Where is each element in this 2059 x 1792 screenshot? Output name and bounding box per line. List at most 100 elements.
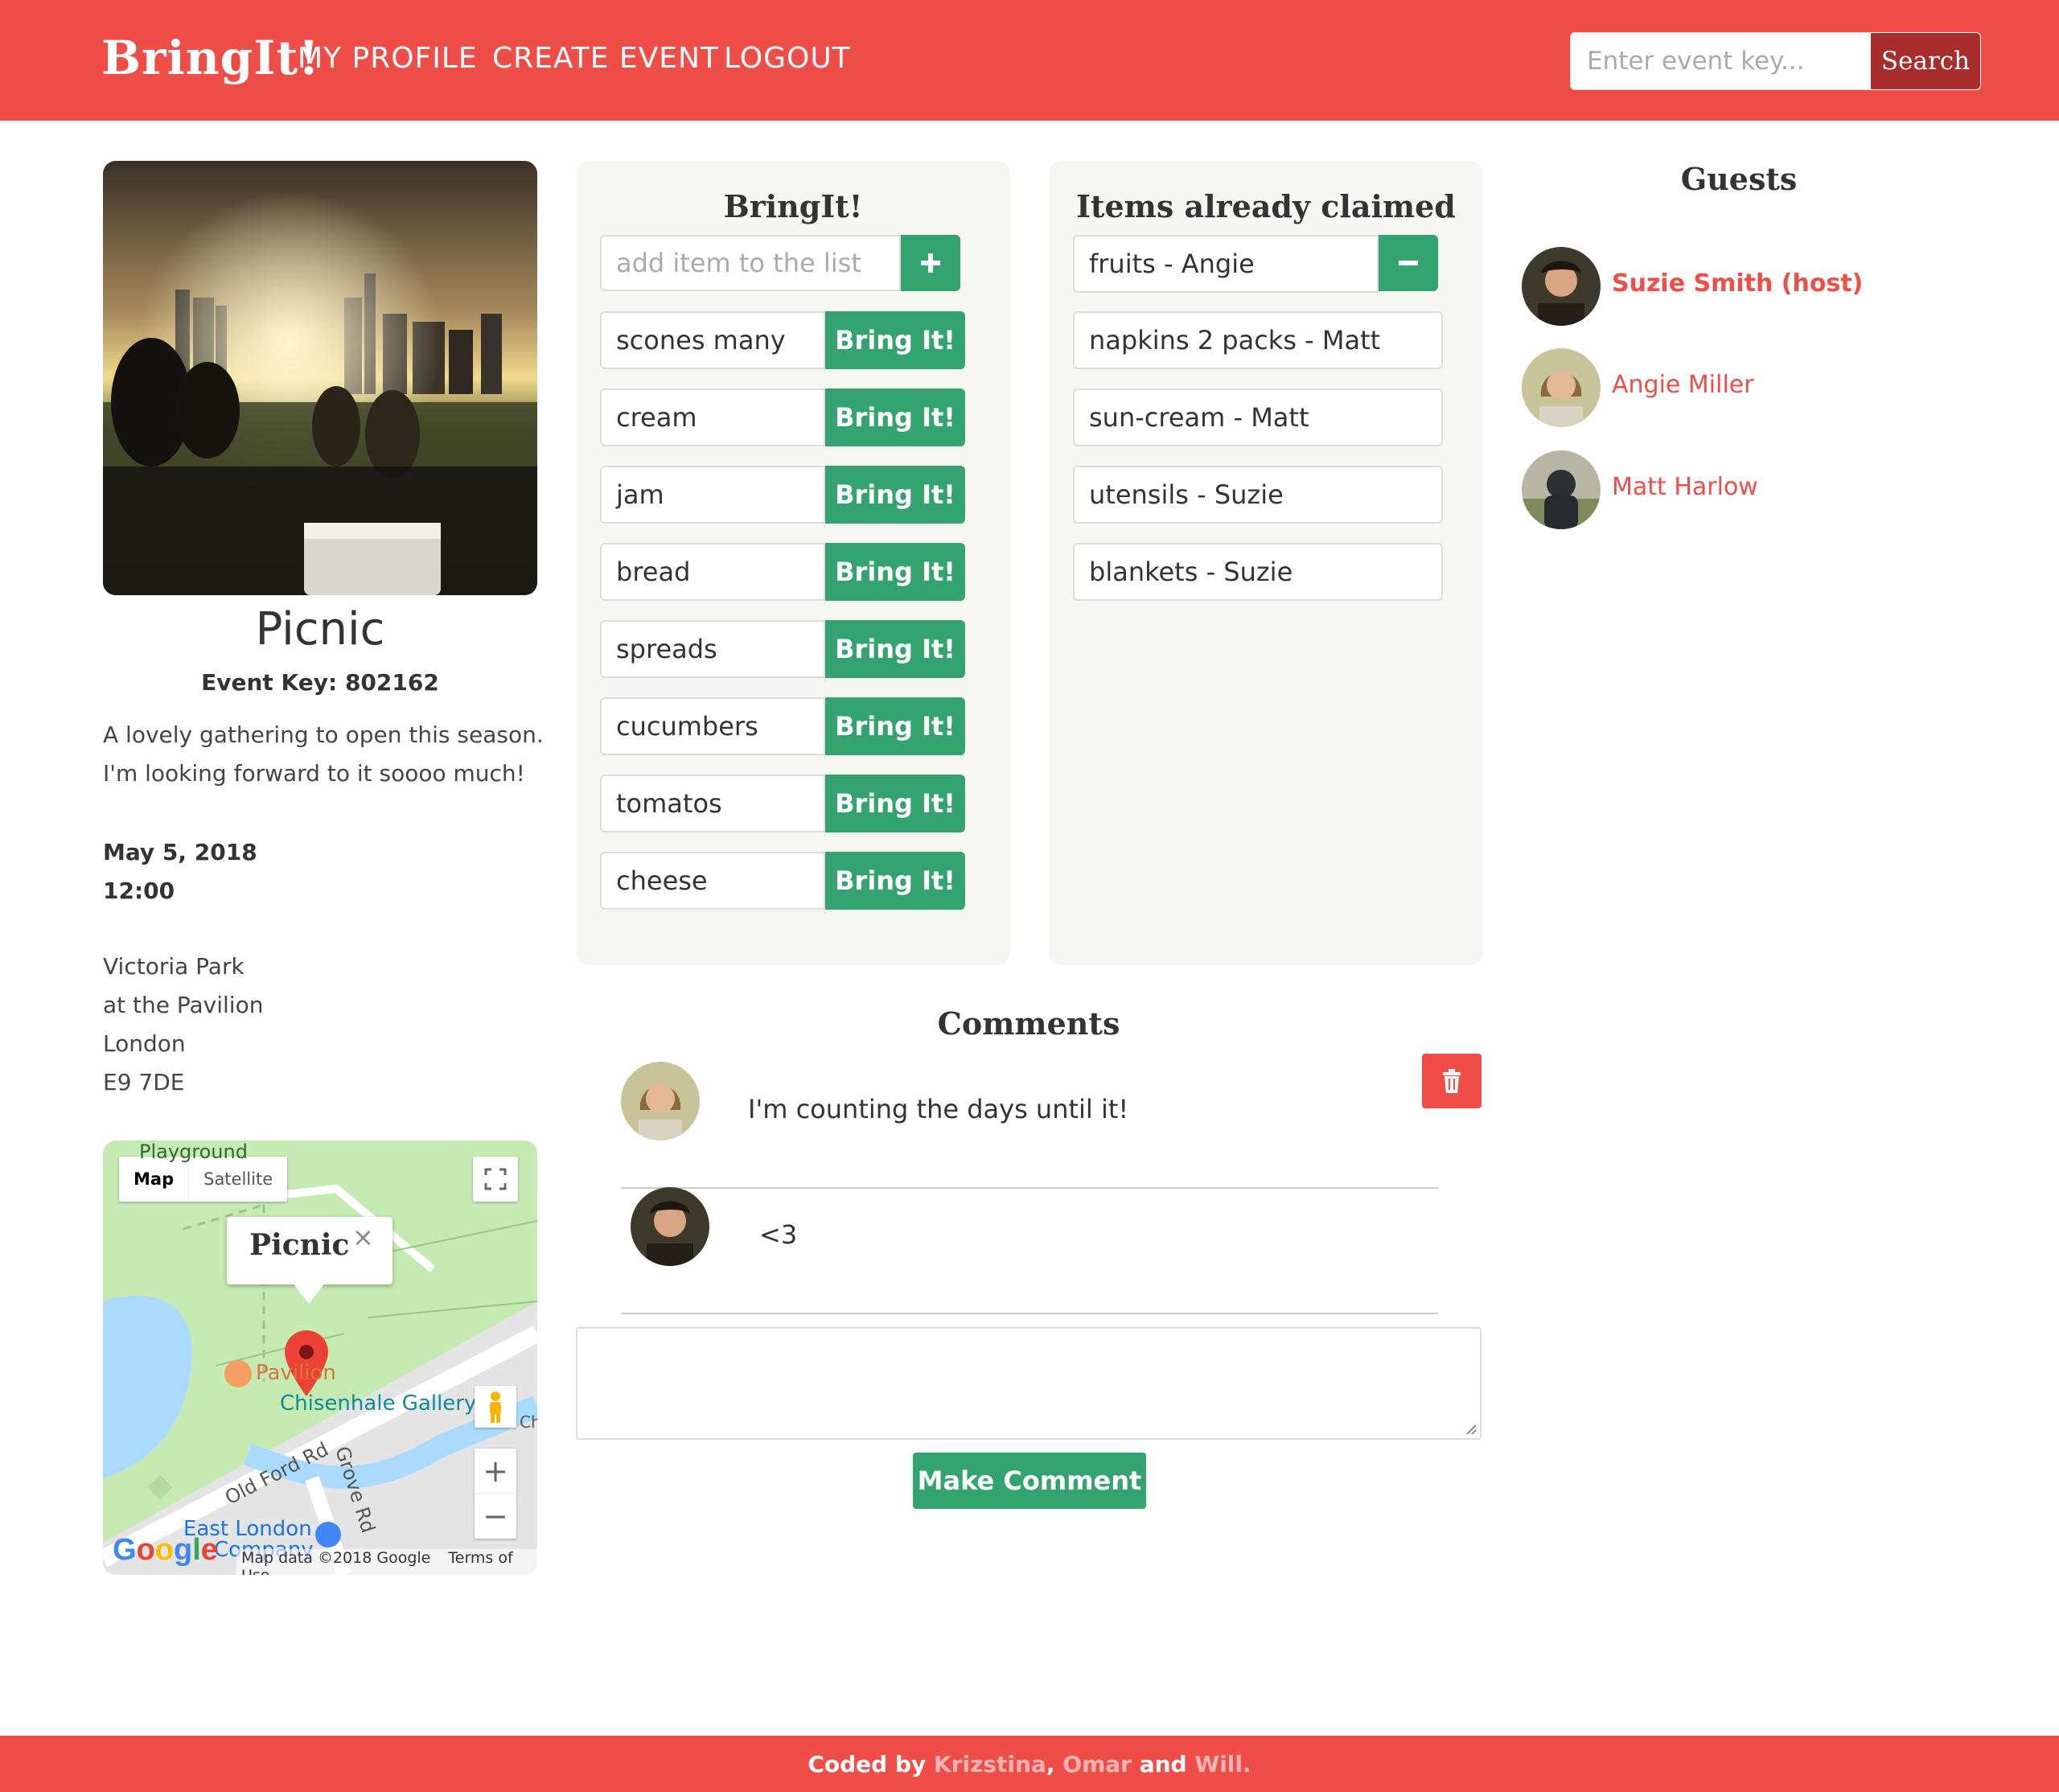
make-comment-button[interactable]: Make Comment xyxy=(913,1453,1146,1509)
zoom-out-button[interactable]: − xyxy=(475,1494,516,1539)
bring-item-name: tomatos xyxy=(600,775,825,832)
event-key: Event Key: 802162 xyxy=(201,669,439,696)
guest-item: Suzie Smith (host) xyxy=(1522,247,1972,326)
resize-handle-icon[interactable] xyxy=(1464,1422,1477,1435)
bring-item-name: cheese xyxy=(600,852,825,910)
bring-it-button[interactable]: Bring It! xyxy=(825,852,965,910)
delete-comment-button[interactable] xyxy=(1422,1054,1482,1108)
bring-item-row: cucumbers Bring It! xyxy=(600,697,965,755)
fullscreen-icon[interactable] xyxy=(473,1157,518,1202)
guest-item: Angie Miller xyxy=(1522,348,1972,427)
claimed-item: utensils - Suzie xyxy=(1073,466,1443,524)
event-date: May 5, 2018 xyxy=(103,839,257,865)
claimed-item: blankets - Suzie xyxy=(1073,543,1443,601)
avatar xyxy=(631,1187,709,1266)
nav-my-profile[interactable]: MY PROFILE xyxy=(298,42,478,75)
event-description-line: I'm looking forward to it soooo much! xyxy=(103,760,525,787)
minus-icon xyxy=(1399,261,1418,265)
map-type-satellite-button[interactable]: Satellite xyxy=(188,1157,287,1202)
event-datetime: May 5, 2018 12:00 xyxy=(103,833,257,910)
event-description: A lovely gathering to open this season. … xyxy=(103,716,553,793)
comment-text: I'm counting the days until it! xyxy=(748,1094,1129,1124)
map-info-window: Picnic × xyxy=(227,1217,392,1304)
guest-name[interactable]: Matt Harlow xyxy=(1612,473,1758,501)
event-description-line: A lovely gathering to open this season. xyxy=(103,721,544,748)
bring-it-button[interactable]: Bring It! xyxy=(825,697,965,755)
guests-title: Guests xyxy=(1680,161,1798,197)
bring-item-row: jam Bring It! xyxy=(600,466,965,524)
guest-name[interactable]: Suzie Smith (host) xyxy=(1612,269,1863,298)
comments-title: Comments xyxy=(937,1005,1120,1042)
nav-create-event[interactable]: CREATE EVENT xyxy=(492,42,719,75)
remove-claim-button[interactable] xyxy=(1379,235,1438,291)
nav-logout[interactable]: LOGOUT xyxy=(724,42,851,75)
footer: Coded by Krizstina, Omar and Will. xyxy=(0,1736,2059,1792)
avatar xyxy=(1522,348,1601,427)
address-line: Victoria Park xyxy=(103,953,245,980)
bring-it-button[interactable]: Bring It! xyxy=(825,620,965,678)
bring-item-row: tomatos Bring It! xyxy=(600,775,965,832)
search-button[interactable]: Search xyxy=(1870,32,1981,90)
event-title: Picnic xyxy=(255,603,385,656)
comment-item: <3 xyxy=(621,1187,1438,1314)
map-type-control: Map Satellite xyxy=(119,1157,288,1202)
google-logo: Google xyxy=(113,1533,218,1567)
footer-separator: , xyxy=(1046,1750,1055,1778)
bring-item-name: jam xyxy=(600,466,825,524)
address-line: at the Pavilion xyxy=(103,992,264,1018)
bring-item-name: cucumbers xyxy=(600,697,825,755)
footer-author-link[interactable]: Will. xyxy=(1194,1751,1251,1778)
add-item-input[interactable]: add item to the list xyxy=(600,235,901,291)
guest-item: Matt Harlow xyxy=(1522,450,1972,529)
bring-item-row: cream Bring It! xyxy=(600,388,965,446)
event-address: Victoria Park at the Pavilion London E9 … xyxy=(103,947,263,1102)
pegman-icon[interactable] xyxy=(475,1386,516,1428)
map-label-ch: Ch xyxy=(520,1412,537,1432)
map-data-attribution: Map data ©2018 Google xyxy=(241,1549,431,1567)
map-footer: Map data ©2018 GoogleTerms of Use xyxy=(236,1549,537,1575)
brand-logo[interactable]: BringIt! xyxy=(101,31,320,85)
trash-icon xyxy=(1443,1069,1461,1093)
map-label-gallery: Chisenhale Gallery xyxy=(280,1391,477,1416)
add-item-button[interactable] xyxy=(901,235,960,291)
bring-item-row: spreads Bring It! xyxy=(600,620,965,678)
bring-item-row: cheese Bring It! xyxy=(600,852,965,910)
plus-icon xyxy=(921,253,940,273)
guest-name[interactable]: Angie Miller xyxy=(1612,371,1754,399)
claimed-item: sun-cream - Matt xyxy=(1073,388,1443,446)
map-zoom-control: + − xyxy=(475,1449,516,1539)
avatar xyxy=(1522,450,1601,529)
footer-author-link[interactable]: Omar xyxy=(1062,1751,1132,1778)
comment-text: <3 xyxy=(759,1219,798,1250)
bring-it-button[interactable]: Bring It! xyxy=(825,388,965,446)
event-photo xyxy=(103,161,537,595)
address-line: E9 7DE xyxy=(103,1069,185,1095)
footer-author-link[interactable]: Krizstina xyxy=(934,1751,1046,1778)
map-label-playground: Playground xyxy=(139,1141,248,1163)
bring-item-name: scones many xyxy=(600,311,825,369)
map-type-map-button[interactable]: Map xyxy=(119,1157,188,1202)
event-map[interactable]: Map Satellite Playground Picnic × Pavili… xyxy=(103,1141,537,1575)
bring-it-button[interactable]: Bring It! xyxy=(825,311,965,369)
footer-prefix: Coded by xyxy=(808,1750,927,1778)
bringit-panel-title: BringIt! xyxy=(723,188,863,224)
bring-item-row: bread Bring It! xyxy=(600,543,965,601)
zoom-in-button[interactable]: + xyxy=(475,1449,516,1494)
address-line: London xyxy=(103,1030,186,1057)
bring-item-name: cream xyxy=(600,388,825,446)
event-key-search-input[interactable]: Enter event key... xyxy=(1570,32,1871,90)
bring-it-button[interactable]: Bring It! xyxy=(825,466,965,524)
avatar xyxy=(621,1062,700,1141)
claimed-item: napkins 2 packs - Matt xyxy=(1073,311,1443,369)
close-icon[interactable]: × xyxy=(352,1222,374,1252)
bring-item-name: bread xyxy=(600,543,825,601)
footer-separator: and xyxy=(1139,1750,1187,1778)
bring-item-row: scones many Bring It! xyxy=(600,311,965,369)
comment-textarea[interactable] xyxy=(576,1327,1482,1440)
navbar: BringIt! MY PROFILE CREATE EVENT LOGOUT … xyxy=(0,0,2059,121)
comment-item: I'm counting the days until it! xyxy=(621,1062,1438,1189)
bring-it-button[interactable]: Bring It! xyxy=(825,543,965,601)
bring-it-button[interactable]: Bring It! xyxy=(825,775,965,832)
map-info-title: Picnic xyxy=(249,1228,350,1262)
event-time: 12:00 xyxy=(103,878,175,904)
